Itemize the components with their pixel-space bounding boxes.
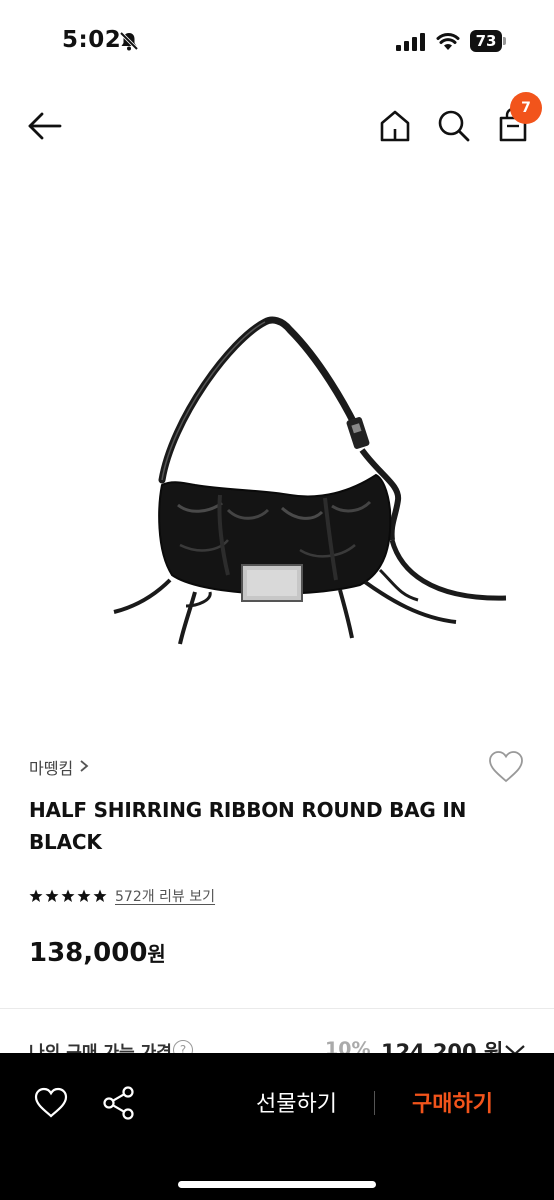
star-icon: [77, 889, 91, 902]
star-rating: [29, 889, 107, 903]
status-time: 5:02: [62, 27, 122, 53]
search-icon: [438, 110, 470, 142]
button-separator: [374, 1091, 375, 1115]
product-detail-page: 5:02 73 7 마뗑킴 HALF SHIRRING RIBBON ROUND…: [0, 0, 554, 1200]
arrow-left-icon: [28, 112, 62, 140]
share-button[interactable]: [102, 1085, 136, 1121]
heart-icon: [489, 751, 523, 783]
product-price: 138,000원: [29, 938, 166, 968]
price-unit: 원: [147, 942, 166, 966]
heart-icon: [34, 1087, 68, 1118]
wishlist-button[interactable]: [488, 750, 524, 784]
brand-name: 마뗑킴: [29, 759, 74, 778]
star-icon: [93, 889, 107, 902]
home-icon: [380, 110, 410, 142]
status-bar: 5:02 73: [0, 0, 554, 84]
brand-link[interactable]: 마뗑킴: [29, 755, 89, 779]
home-button[interactable]: [378, 108, 412, 144]
product-image[interactable]: [100, 300, 520, 660]
bottom-wishlist-button[interactable]: [34, 1087, 68, 1119]
star-icon: [29, 889, 43, 902]
buy-button[interactable]: 구매하기: [406, 1085, 499, 1119]
cart-count-badge: 7: [510, 92, 542, 124]
share-icon: [103, 1086, 134, 1120]
battery-tip: [503, 37, 506, 45]
star-icon: [45, 889, 59, 902]
rating-row: 572개 리뷰 보기: [29, 884, 215, 908]
bell-muted-icon: [118, 30, 140, 56]
product-title: HALF SHIRRING RIBBON ROUND BAG IN BLACK: [29, 798, 467, 854]
cellular-signal-icon: [396, 33, 426, 55]
battery-level: 73: [470, 30, 502, 52]
battery-icon: 73: [470, 30, 506, 52]
star-icon: [61, 889, 75, 902]
bottom-action-bar: 선물하기 구매하기: [0, 1053, 554, 1200]
home-indicator[interactable]: [178, 1181, 376, 1188]
chevron-right-icon: [79, 758, 89, 777]
section-divider: [0, 1008, 554, 1009]
wifi-icon: [436, 31, 460, 55]
top-navigation: [0, 90, 554, 162]
gift-button[interactable]: 선물하기: [250, 1085, 343, 1119]
back-button[interactable]: [26, 110, 66, 142]
price-value: 138,000: [29, 938, 148, 968]
review-link[interactable]: 572개 리뷰 보기: [115, 886, 215, 906]
search-button[interactable]: [436, 108, 472, 144]
